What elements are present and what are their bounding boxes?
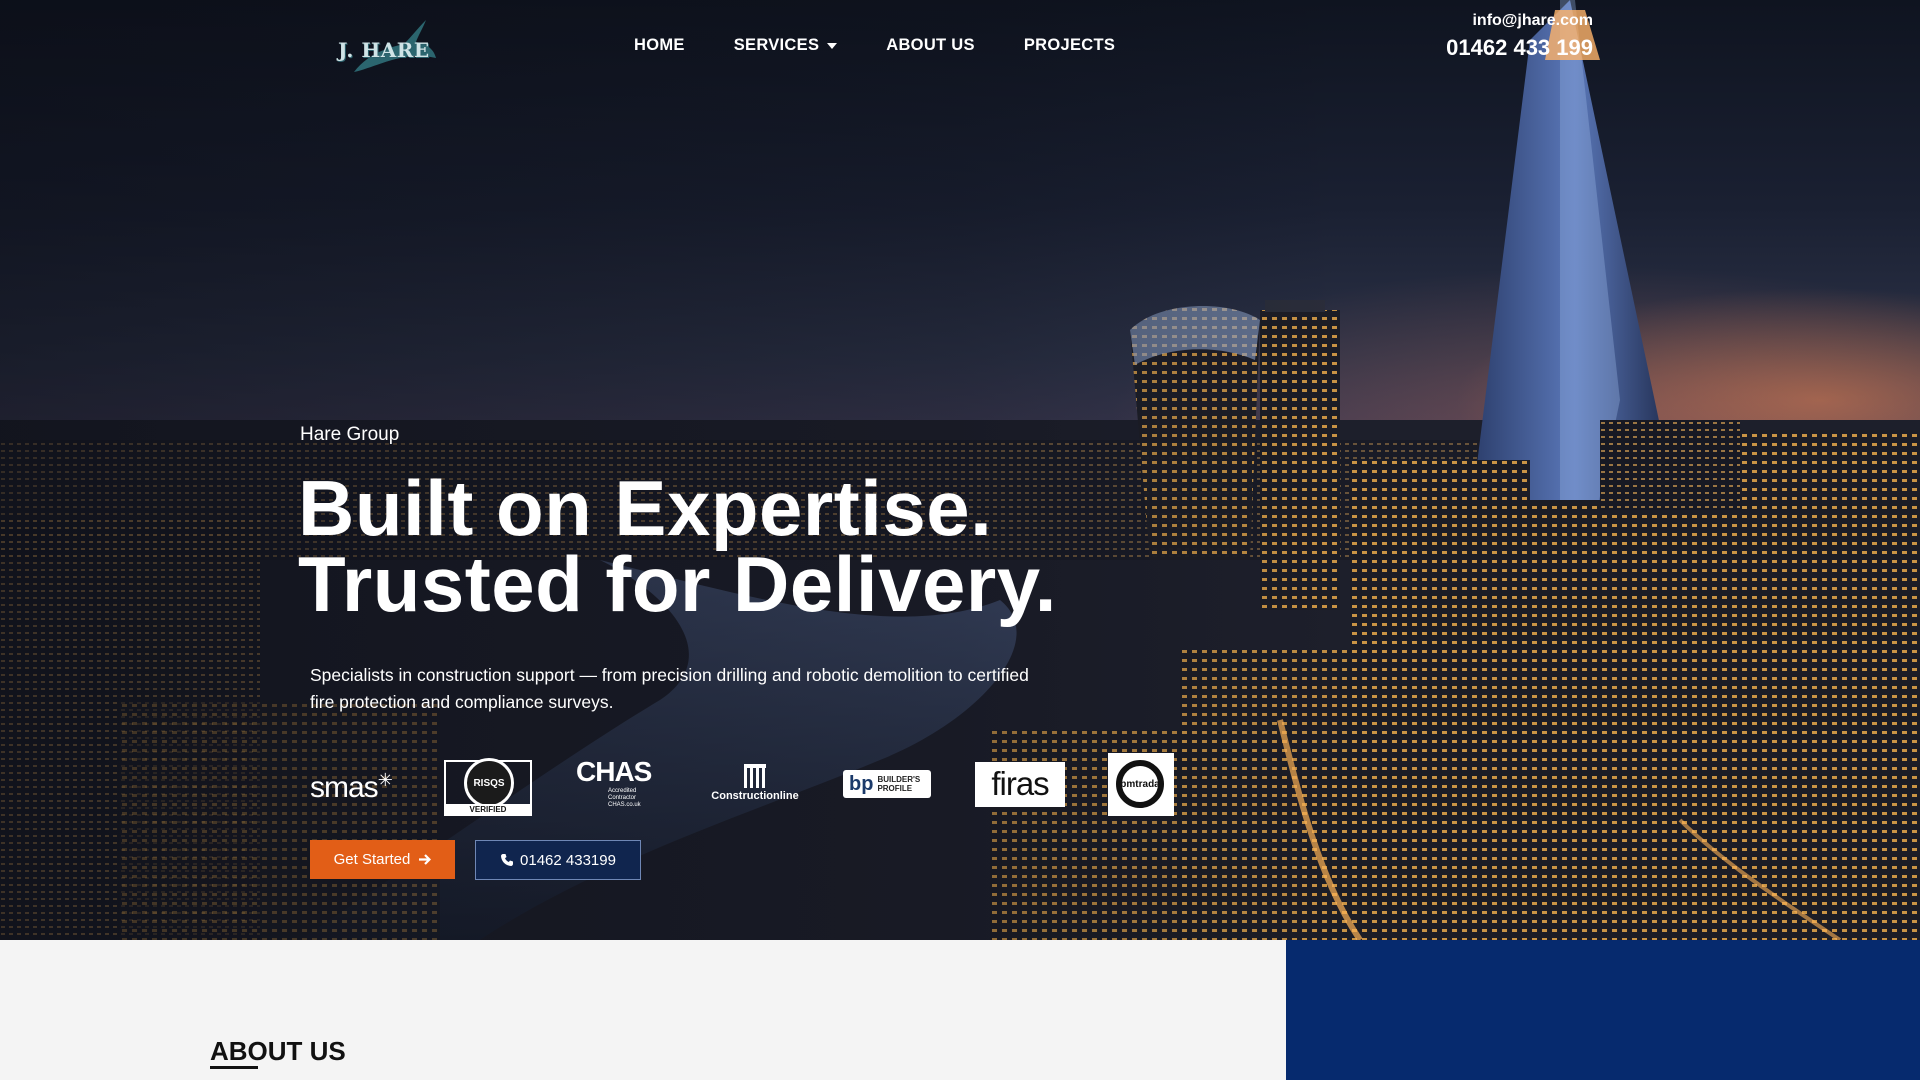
get-started-label: Get Started (333, 851, 411, 868)
hero-section: J. HARE HOME SERVICES ABOUT US PROJECTS … (0, 0, 1920, 940)
smas-logo-text: smas (310, 771, 379, 804)
nav-home[interactable]: HOME (634, 36, 685, 55)
call-phone-button[interactable]: 01462 433199 (475, 840, 641, 880)
hero-headline: Built on Expertise. Trusted for Delivery… (298, 464, 1057, 628)
risqs-logo: RISQS VERIFIED (444, 758, 532, 816)
smas-logo: smas✳ (310, 770, 393, 805)
nav-projects[interactable]: PROJECTS (1024, 36, 1115, 55)
constructionline-logo: Constructionline (710, 764, 800, 802)
nav-services-label: SERVICES (733, 36, 820, 54)
risqs-verified-label: VERIFIED (446, 804, 530, 816)
builders-profile-text: BUILDER'S PROFILE (877, 775, 921, 793)
chas-logo-subtext: Accredited Contractor CHAS.co.uk (608, 788, 641, 808)
bmtrada-seal: bmtrada (1116, 760, 1164, 808)
about-title-underline (210, 1066, 258, 1069)
nav-services[interactable]: SERVICES (734, 36, 838, 55)
nav-about-label: ABOUT US (886, 36, 975, 54)
hero-eyebrow: Hare Group (300, 424, 400, 445)
nav-about-us[interactable]: ABOUT US (886, 36, 975, 55)
get-started-button[interactable]: Get Started (310, 840, 455, 879)
header-contact: info@jhare.com 01462 433 199 (1446, 12, 1593, 61)
about-title: ABOUT US (210, 1036, 346, 1066)
chas-logo-text: CHAS (576, 756, 652, 787)
constructionline-logo-text: Constructionline (711, 790, 799, 802)
hero-headline-line2: Trusted for Delivery. (298, 540, 1057, 628)
risqs-seal: RISQS (464, 758, 514, 808)
bmtrada-logo: bmtrada (1108, 753, 1174, 816)
nav-home-label: HOME (634, 36, 685, 54)
header-email-link[interactable]: info@jhare.com (1446, 12, 1593, 30)
header-phone-link[interactable]: 01462 433 199 (1446, 35, 1593, 61)
chas-logo: CHAS Accredited Contractor CHAS.co.uk (576, 756, 666, 809)
about-section: ABOUT US (0, 940, 1286, 1080)
column-icon (744, 764, 766, 788)
bp-icon: bp (849, 772, 874, 795)
site-logo[interactable]: J. HARE (334, 14, 440, 78)
hero-headline-line1: Built on Expertise. (298, 464, 993, 552)
call-phone-label: 01462 433199 (520, 851, 616, 869)
firas-logo: firas (975, 762, 1065, 807)
nav-projects-label: PROJECTS (1023, 36, 1116, 54)
logo-text: J. HARE (338, 38, 430, 62)
builders-profile-logo: bp BUILDER'S PROFILE (843, 770, 931, 798)
chevron-down-icon (827, 42, 838, 49)
phone-icon (501, 854, 514, 866)
main-nav: HOME SERVICES ABOUT US PROJECTS (634, 36, 1164, 55)
asterisk-icon: ✳ (377, 770, 393, 790)
hero-subtext: Specialists in construction support — fr… (310, 665, 1029, 712)
blue-feature-panel (1286, 940, 1920, 1080)
arrow-right-icon (419, 854, 432, 865)
